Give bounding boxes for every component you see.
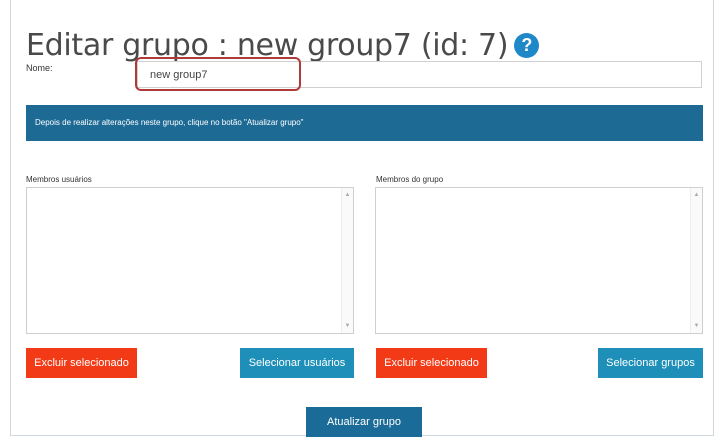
users-listbox[interactable]: ▲ ▼ — [26, 187, 354, 334]
groups-scrollbar[interactable]: ▲ ▼ — [690, 188, 702, 333]
question-circle-icon[interactable]: ? — [514, 33, 540, 59]
name-label: Nome: — [26, 63, 53, 73]
users-scrollbar[interactable]: ▲ ▼ — [341, 188, 353, 333]
scroll-up-icon[interactable]: ▲ — [691, 190, 702, 200]
info-message: Depois de realizar alterações neste grup… — [35, 118, 304, 127]
remove-selected-groups-button[interactable]: Excluir selecionado — [376, 348, 487, 378]
scroll-down-icon[interactable]: ▼ — [342, 321, 353, 331]
scroll-down-icon[interactable]: ▼ — [691, 321, 702, 331]
page-title-text: Editar grupo : new group7 (id: 7) — [26, 28, 509, 64]
group-name-input[interactable] — [137, 61, 702, 88]
page-title: Editar grupo : new group7 (id: 7)? — [26, 28, 540, 64]
select-groups-button[interactable]: Selecionar grupos — [598, 348, 703, 378]
remove-selected-users-button[interactable]: Excluir selecionado — [26, 348, 137, 378]
scroll-up-icon[interactable]: ▲ — [342, 190, 353, 200]
groups-list-label: Membros do grupo — [376, 175, 444, 184]
groups-listbox[interactable]: ▲ ▼ — [375, 187, 703, 334]
info-bar: Depois de realizar alterações neste grup… — [26, 105, 703, 141]
users-list-label: Membros usuários — [26, 175, 92, 184]
update-group-button[interactable]: Atualizar grupo — [306, 407, 422, 437]
select-users-button[interactable]: Selecionar usuários — [240, 348, 354, 378]
